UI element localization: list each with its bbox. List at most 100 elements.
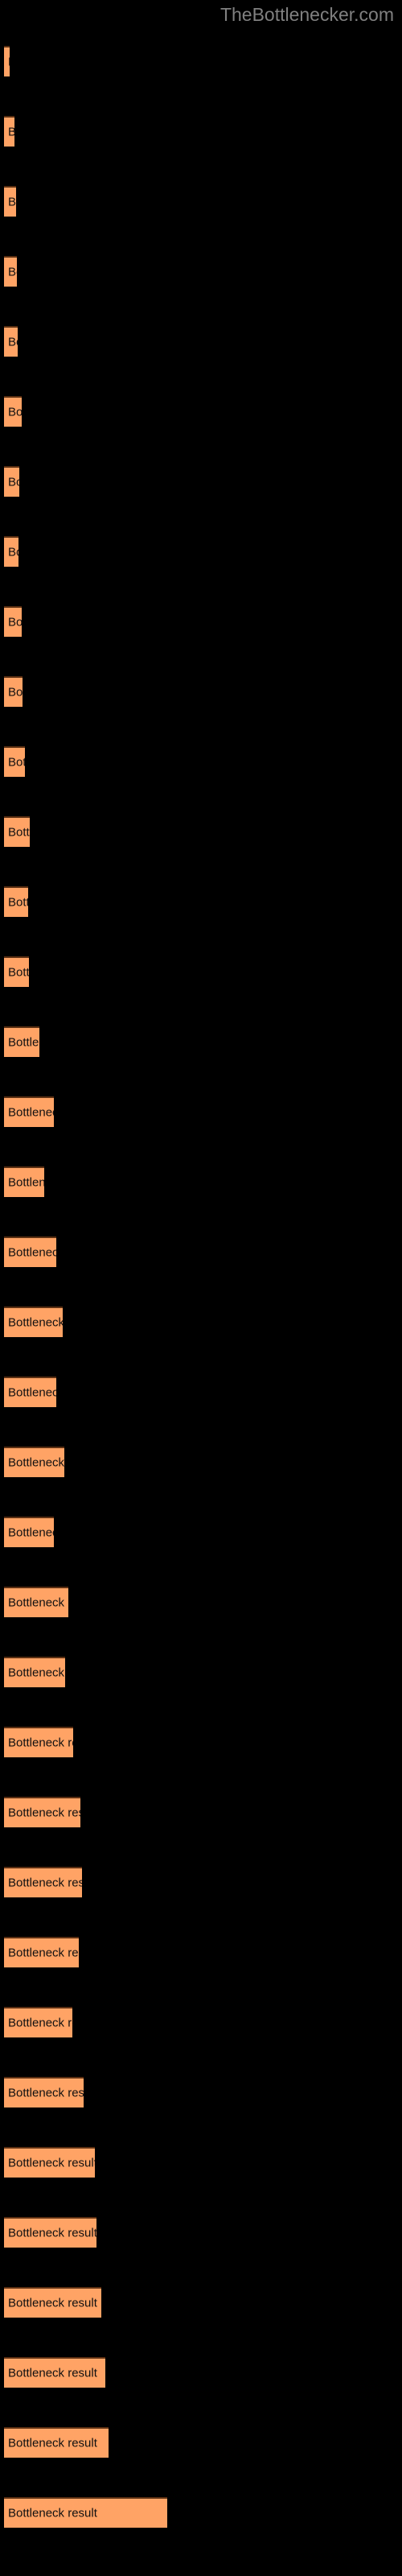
bar[interactable]: Bottleneck result	[4, 1236, 56, 1267]
bar[interactable]: Bottleneck result	[4, 2147, 95, 2178]
bar-label: Bottleneck result	[8, 2366, 97, 2380]
bar[interactable]: Bottleneck result	[4, 396, 22, 427]
bar[interactable]: Bottleneck result	[4, 2007, 72, 2037]
bar[interactable]: Bottleneck result	[4, 1867, 82, 1897]
bar[interactable]: Bottleneck result	[4, 1727, 73, 1757]
bar[interactable]: Bottleneck result	[4, 2287, 101, 2318]
bar[interactable]: Bottleneck result	[4, 1797, 80, 1827]
bar-row: Bottleneck result	[4, 2147, 95, 2178]
bar-label: Bottleneck result	[8, 2506, 97, 2520]
bar-row: Bottleneck result	[4, 1377, 56, 1407]
bar[interactable]: Bottleneck result	[4, 1937, 79, 1967]
bar[interactable]: Bottleneck result	[4, 186, 16, 217]
bar-label: Bottleneck result	[8, 335, 18, 349]
bar-row: Bottleneck result	[4, 1166, 44, 1197]
bar[interactable]: Bottleneck result	[4, 1166, 44, 1197]
bar-label: Bottleneck result	[8, 1315, 63, 1330]
bar-label: Bottleneck result	[8, 265, 17, 279]
bar[interactable]: Bottleneck result	[4, 1026, 39, 1057]
bar-row: Bottleneck result	[4, 256, 17, 287]
bar[interactable]: Bottleneck result	[4, 2497, 167, 2528]
bar-row: Bottleneck result	[4, 326, 18, 357]
bar-row: Bottleneck result	[4, 1587, 68, 1617]
bar-row: Bottleneck result	[4, 676, 23, 707]
bar-row: Bottleneck result	[4, 1727, 73, 1757]
bar-label: Bottleneck result	[8, 615, 22, 630]
bar[interactable]: Bottleneck result	[4, 1657, 65, 1687]
bar-label: Bottleneck result	[8, 965, 29, 980]
bar-row: Bottleneck result	[4, 116, 14, 147]
bar-label: Bottleneck result	[8, 1455, 64, 1470]
bar-row: Bottleneck result	[4, 2217, 96, 2248]
bar[interactable]: Bottleneck result	[4, 956, 29, 987]
bar[interactable]: Bottleneck result	[4, 1447, 64, 1477]
bar[interactable]: Bottleneck result	[4, 2427, 109, 2458]
bar-label: Bottleneck result	[8, 2436, 97, 2450]
bar-label: Bottleneck result	[8, 1666, 65, 1680]
bar-label: Bottleneck result	[8, 2086, 84, 2100]
bar-row: Bottleneck result	[4, 1307, 63, 1337]
bar-row: Bottleneck result	[4, 2427, 109, 2458]
bar-label: Bottleneck result	[8, 825, 30, 840]
bar-label: Bottleneck result	[8, 1876, 82, 1890]
bar[interactable]: Bottleneck result	[4, 2357, 105, 2388]
bar-row: Bottleneck result	[4, 2287, 101, 2318]
bar-row: Bottleneck result	[4, 466, 19, 497]
bar[interactable]: Bottleneck result	[4, 326, 18, 357]
bar-row: Bottleneck result	[4, 2357, 105, 2388]
bar[interactable]: Bottleneck result	[4, 1377, 56, 1407]
bar[interactable]: Bottleneck result	[4, 746, 25, 777]
bar[interactable]: Bottleneck result	[4, 1096, 54, 1127]
bar[interactable]: Bottleneck result	[4, 256, 17, 287]
bar-label: Bottleneck result	[8, 1105, 54, 1120]
bar-label: Bottleneck result	[8, 685, 23, 700]
bar[interactable]: Bottleneck result	[4, 2217, 96, 2248]
bar-label: Bottleneck result	[8, 1385, 56, 1400]
bar[interactable]: Bottleneck result	[4, 606, 22, 637]
bar-row: Bottleneck result	[4, 536, 18, 567]
bar-row: Bottleneck result	[4, 1236, 56, 1267]
bar-label: Bottleneck result	[8, 195, 16, 209]
bar-row: Bottleneck result	[4, 886, 28, 917]
bar-label: Bottleneck result	[8, 1245, 56, 1260]
bar-row: Bottleneck result	[4, 816, 30, 847]
bar-row: Bottleneck result	[4, 46, 10, 76]
bar[interactable]: Bottleneck result	[4, 816, 30, 847]
bar-label: Bottleneck result	[8, 1525, 54, 1540]
bar-label: Bottleneck result	[8, 1806, 80, 1820]
bar-row: Bottleneck result	[4, 2497, 167, 2528]
bar-row: Bottleneck result	[4, 956, 29, 987]
bar-row: Bottleneck result	[4, 1867, 82, 1897]
bar[interactable]: Bottleneck result	[4, 1307, 63, 1337]
bar-row: Bottleneck result	[4, 2077, 84, 2107]
bar[interactable]: Bottleneck result	[4, 886, 28, 917]
bar[interactable]: Bottleneck result	[4, 2077, 84, 2107]
bar-row: Bottleneck result	[4, 1937, 79, 1967]
bar-label: Bottleneck result	[8, 895, 28, 910]
bar-label: Bottleneck result	[8, 2156, 95, 2170]
bar-label: Bottleneck result	[8, 2226, 96, 2240]
bar-row: Bottleneck result	[4, 746, 25, 777]
bar-label: Bottleneck result	[8, 405, 22, 419]
bar-label: Bottleneck result	[8, 2016, 72, 2030]
bar-label: Bottleneck result	[8, 1736, 73, 1750]
bar-row: Bottleneck result	[4, 1026, 39, 1057]
bar[interactable]: Bottleneck result	[4, 1587, 68, 1617]
bar-row: Bottleneck result	[4, 1096, 54, 1127]
bar[interactable]: Bottleneck result	[4, 536, 18, 567]
bar-chart: Bottleneck result Bottleneck result Bottle…	[0, 0, 402, 2576]
bar-row: Bottleneck result	[4, 606, 22, 637]
page-root: TheBottlenecker.com Bottleneck resultBot…	[0, 0, 402, 2576]
bar-row: Bottleneck result	[4, 396, 22, 427]
bar[interactable]: Bottleneck result	[4, 1517, 54, 1547]
bar-label: Bottleneck result	[8, 1946, 79, 1960]
bar[interactable]: Bottleneck result	[4, 46, 10, 76]
bar-label: Bottleneck result	[8, 1175, 44, 1190]
bar[interactable]: Bottleneck result	[4, 116, 14, 147]
bar-row: Bottleneck result	[4, 186, 16, 217]
bar[interactable]: Bottleneck result	[4, 466, 19, 497]
bar[interactable]: Bottleneck result	[4, 676, 23, 707]
bar-row: Bottleneck result	[4, 1517, 54, 1547]
bar-label: Bottleneck result	[8, 1035, 39, 1050]
bar-label: Bottleneck result	[8, 1596, 68, 1610]
